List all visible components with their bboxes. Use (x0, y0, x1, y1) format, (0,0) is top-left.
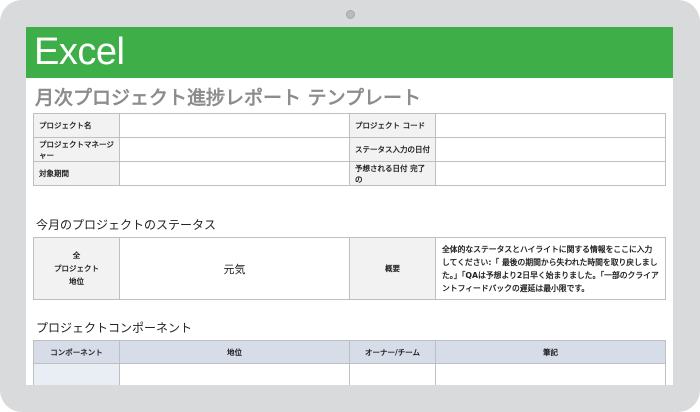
status-date-label: ステータス入力の日付 (349, 137, 436, 162)
project-info-table: プロジェクト名 プロジェクト コード プロジェクトマネージャー ステータス入力の… (33, 113, 666, 186)
screen: Excel 月次プロジェクト進捗レポート テンプレート プロジェクト名 プロジェ… (26, 27, 673, 385)
components-table: コンポーネント 地位 オーナー/チーム 筆記 (33, 340, 666, 385)
summary-cell[interactable]: 全体的なステータスとハイライトに関する情報をここに入力してください:「 最後の期… (435, 237, 666, 300)
overall-status-value[interactable]: 元気 (119, 237, 350, 300)
summary-label: 概要 (349, 237, 436, 300)
period-label: 対象期間 (33, 161, 120, 186)
table-row-notes-cell[interactable] (435, 363, 666, 385)
status-table: 全 プロジェクト 地位 元気 概要 全体的なステータスとハイライトに関する情報を… (33, 237, 666, 300)
project-code-label: プロジェクト コード (349, 113, 436, 138)
overall-status-label: 全 プロジェクト 地位 (33, 237, 120, 300)
device-frame: Excel 月次プロジェクト進捗レポート テンプレート プロジェクト名 プロジェ… (0, 0, 700, 412)
project-name-label: プロジェクト名 (33, 113, 120, 138)
table-row-component-cell[interactable] (33, 363, 120, 385)
status-section-title: 今月のプロジェクトのステータス (36, 218, 217, 232)
app-banner: Excel (26, 27, 673, 78)
project-name-cell[interactable] (119, 113, 350, 138)
expected-end-cell[interactable] (435, 161, 666, 186)
period-cell[interactable] (119, 161, 350, 186)
header-status: 地位 (119, 340, 350, 364)
project-manager-label: プロジェクトマネージャー (33, 137, 120, 162)
table-row-status-cell[interactable] (119, 363, 350, 385)
app-name: Excel (34, 31, 125, 73)
components-section-title: プロジェクトコンポーネント (36, 321, 193, 335)
status-date-cell[interactable] (435, 137, 666, 162)
project-manager-cell[interactable] (119, 137, 350, 162)
table-row-owner-cell[interactable] (349, 363, 436, 385)
project-code-cell[interactable] (435, 113, 666, 138)
camera-icon (346, 10, 355, 19)
header-owner-team: オーナー/チーム (349, 340, 436, 364)
header-notes: 筆記 (435, 340, 666, 364)
page-title: 月次プロジェクト進捗レポート テンプレート (35, 87, 422, 109)
header-component: コンポーネント (33, 340, 120, 364)
expected-end-label: 予想される日付 完了の (349, 161, 436, 186)
